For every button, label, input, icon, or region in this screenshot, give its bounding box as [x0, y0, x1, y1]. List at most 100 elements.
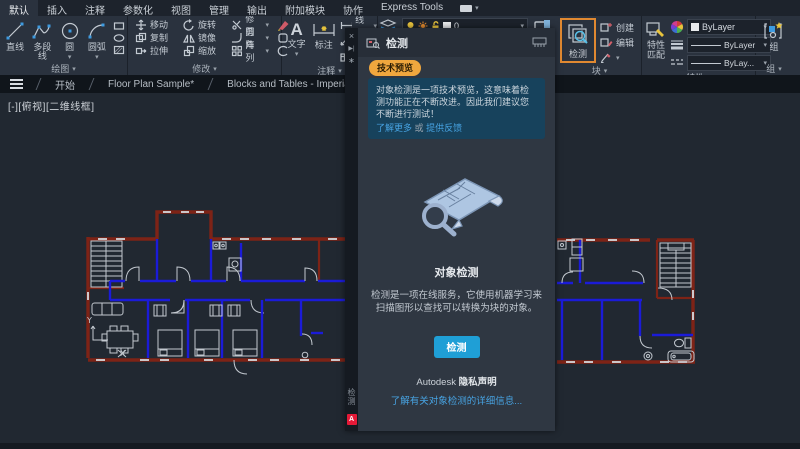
stairs-right [660, 243, 691, 287]
text-button[interactable]: A 文字 ▾ [286, 18, 307, 58]
learn-more-link[interactable]: 了解更多 [376, 123, 412, 133]
rotate-button[interactable]: 旋转 [183, 18, 223, 31]
feedback-link[interactable]: 提供反馈 [426, 123, 462, 133]
detect-button[interactable]: 检测 [560, 18, 596, 63]
ribbon-tab-bar: 默认 插入 注释 参数化 视图 管理 输出 附加模块 协作 Express To… [0, 0, 800, 16]
tab-annotate[interactable]: 注释 [76, 0, 114, 16]
palette-autohide-icon[interactable]: ▶| [348, 45, 354, 52]
circle-dropdown[interactable]: ▾ [68, 53, 72, 61]
tab-view[interactable]: 视图 [162, 0, 200, 16]
tab-collaborate[interactable]: 协作 [334, 0, 372, 16]
tab-home[interactable]: 默认 [0, 0, 38, 16]
hatch-button[interactable] [113, 45, 125, 55]
rectangle-button[interactable] [113, 21, 125, 31]
palette-title-strip: × ▶| ∗ 检测 A [345, 28, 358, 431]
sofa [92, 303, 123, 315]
panel-group: 组 组▾ [756, 16, 792, 75]
palette-title: 检测 [386, 35, 408, 51]
line-button[interactable]: 直线 [2, 18, 28, 52]
panel-block: 检测 创建 编辑 ▾ [558, 16, 642, 75]
stretch-button[interactable]: 拉伸 [135, 44, 175, 57]
autocad-window: 默认 插入 注释 参数化 视图 管理 输出 附加模块 协作 Express To… [0, 0, 800, 449]
scale-button[interactable]: 缩放 [183, 44, 223, 57]
app-menu-button[interactable] [0, 75, 36, 93]
arc-icon [86, 20, 108, 42]
details-link[interactable]: 了解有关对象检测的详细信息... [391, 396, 522, 407]
dimension-button[interactable]: 标注 [311, 18, 336, 50]
privacy-statement[interactable]: Autodesk 隐私声明 [416, 374, 496, 388]
copy-button[interactable]: 复制 [135, 31, 175, 44]
trim-icon [231, 19, 242, 31]
lineweight-icon[interactable] [670, 39, 684, 51]
details-link-row: 了解有关对象检测的详细信息... [391, 393, 522, 407]
ucs-icon: Y X [86, 316, 126, 358]
tech-preview-notice: 对象检测是一项技术预览，这意味着检测功能正在不断改进。因此我们建议您不断进行测试… [368, 78, 545, 139]
arc-button[interactable]: 圆弧 ▾ [84, 18, 110, 61]
panel-label-group[interactable]: 组▾ [756, 62, 792, 75]
circle-button[interactable]: 圆 ▾ [57, 18, 83, 61]
tab-parametric[interactable]: 参数化 [114, 0, 162, 16]
create-block-icon [600, 22, 613, 33]
detect-palette: × ▶| ∗ 检测 A 检测 [345, 28, 555, 431]
circle-icon [59, 20, 81, 42]
linetype-icon[interactable] [670, 57, 684, 69]
polyline-button[interactable]: 多段线 [29, 18, 55, 61]
create-block-button[interactable]: 创建 [600, 21, 634, 34]
tab-insert[interactable]: 插入 [38, 0, 76, 16]
mirror-button[interactable]: 镜像 [183, 31, 223, 44]
palette-side-tab[interactable]: 检测 [346, 388, 357, 406]
stretch-icon [135, 45, 147, 57]
beds [158, 330, 257, 356]
match-properties-button[interactable]: 特性 匹配 [645, 18, 667, 60]
mirror-icon [183, 32, 195, 44]
palette-description: 检测是一项在线服务，它使用机器学习来扫描图形以查找可以转换为块的对象。 [371, 289, 543, 315]
tab-addins[interactable]: 附加模块 [276, 0, 334, 16]
tech-preview-badge: 技术预览 [369, 60, 421, 76]
ribbon-display-toggle[interactable]: ▾ [452, 0, 487, 16]
rotate-icon [183, 19, 195, 31]
tab-output[interactable]: 输出 [238, 0, 276, 16]
right-building [557, 239, 695, 363]
viewport-controls[interactable]: [-][俯视][二维线框] [8, 98, 95, 113]
color-wheel-icon[interactable] [670, 20, 684, 34]
panel-label-draw[interactable]: 绘图▾ [0, 62, 127, 75]
svg-text:Y: Y [86, 316, 92, 325]
polyline-icon [31, 20, 53, 42]
tab-manage[interactable]: 管理 [200, 0, 238, 16]
palette-dock-icon[interactable] [532, 37, 547, 48]
tab-express-tools[interactable]: Express Tools [372, 0, 452, 16]
panel-modify: 移动 旋转 修剪▾ [128, 16, 282, 75]
floor-drain [302, 352, 308, 358]
text-icon: A [291, 20, 303, 39]
tab-start[interactable]: 开始 [41, 75, 89, 93]
fillet-icon [231, 32, 242, 44]
palette-settings-icon[interactable]: ∗ [348, 56, 355, 65]
group-button[interactable]: 组 [759, 18, 789, 52]
palette-close-icon[interactable]: × [349, 31, 354, 41]
group-icon [762, 20, 786, 42]
edit-block-icon [600, 37, 613, 48]
copy-icon [135, 32, 147, 44]
block-attributes-button[interactable]: ▾ [600, 51, 634, 64]
file-tab-floor-plan[interactable]: Floor Plan Sample* [94, 75, 208, 93]
palette-header: 检测 [358, 28, 555, 57]
palette-heading: 对象检测 [435, 264, 479, 280]
scale-icon [183, 45, 195, 57]
detect-palette-icon [366, 37, 380, 49]
ellipse-button[interactable] [113, 33, 125, 43]
palette-detect-button[interactable]: 检测 [434, 336, 480, 358]
edit-block-button[interactable]: 编辑 [600, 36, 634, 49]
arc-dropdown[interactable]: ▾ [95, 53, 99, 61]
move-icon [135, 19, 147, 31]
palette-body: 检测 技术预览 对象检测是一项技术预览，这意味着检测功能正在不断改进。因此我们建… [358, 28, 555, 431]
move-button[interactable]: 移动 [135, 18, 175, 31]
left-building: Y X [86, 212, 345, 374]
detect-icon [566, 22, 590, 46]
line-icon [4, 20, 26, 42]
attribute-pencil-icon [600, 52, 613, 63]
bathroom [644, 338, 694, 362]
panel-properties: 特性 匹配 ByLayer ▾ [642, 16, 756, 75]
autodesk-logo: A [347, 414, 357, 425]
array-button[interactable]: 阵列▾ [231, 44, 269, 57]
panel-label-modify[interactable]: 修改▾ [128, 62, 281, 75]
